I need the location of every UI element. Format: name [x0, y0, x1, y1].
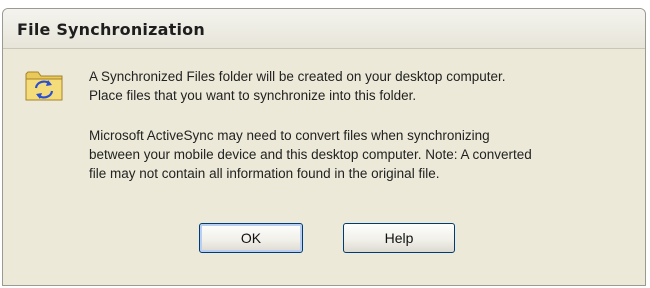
message-line: file may not contain all information fou…: [89, 166, 440, 181]
message-line: Microsoft ActiveSync may need to convert…: [89, 128, 490, 143]
sync-folder-icon: [25, 71, 63, 101]
file-sync-dialog: File Synchronization A Synchronized File…: [2, 8, 646, 286]
message-paragraph-2: Microsoft ActiveSync may need to convert…: [89, 126, 532, 183]
message-line: A Synchronized Files folder will be crea…: [89, 69, 506, 84]
ok-button[interactable]: OK: [199, 223, 303, 253]
message-paragraph-1: A Synchronized Files folder will be crea…: [89, 67, 505, 105]
message-line: Place files that you want to synchronize…: [89, 88, 417, 103]
title-bar[interactable]: File Synchronization: [3, 9, 645, 49]
help-button[interactable]: Help: [343, 223, 455, 253]
dialog-title: File Synchronization: [17, 20, 205, 39]
message-line: between your mobile device and this desk…: [89, 147, 532, 162]
